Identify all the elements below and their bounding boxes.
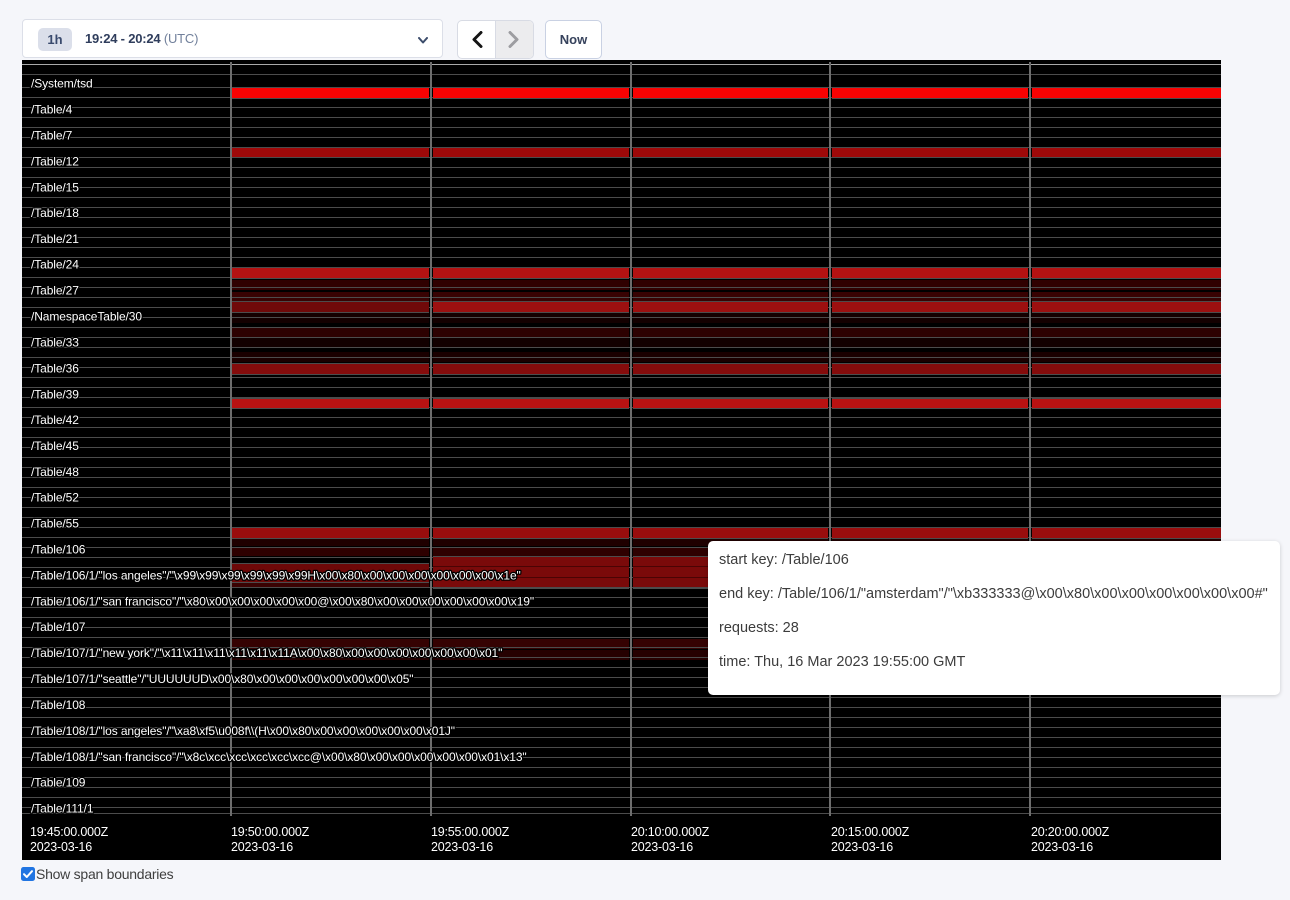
svg-text:/Table/108/1/"los angeles"/"\x: /Table/108/1/"los angeles"/"\xa8\xf5\u00… xyxy=(31,724,455,738)
svg-text:19:50:00.000Z: 19:50:00.000Z xyxy=(231,825,310,839)
svg-text:/Table/107: /Table/107 xyxy=(31,620,86,634)
svg-text:2023-03-16: 2023-03-16 xyxy=(1031,840,1093,854)
svg-text:/Table/108/1/"san francisco"/": /Table/108/1/"san francisco"/"\x8c\xcc\x… xyxy=(31,750,527,764)
svg-text:/System/tsd: /System/tsd xyxy=(31,76,93,90)
svg-text:/Table/106/1/"san francisco"/": /Table/106/1/"san francisco"/"\x80\x00\x… xyxy=(31,594,534,608)
svg-text:20:15:00.000Z: 20:15:00.000Z xyxy=(831,825,910,839)
svg-text:/Table/27: /Table/27 xyxy=(31,283,79,297)
svg-text:20:10:00.000Z: 20:10:00.000Z xyxy=(631,825,710,839)
svg-text:2023-03-16: 2023-03-16 xyxy=(30,840,92,854)
svg-text:/Table/24: /Table/24 xyxy=(31,257,79,271)
svg-text:/Table/42: /Table/42 xyxy=(31,413,79,427)
svg-text:/Table/107/1/"seattle"/"UUUUUU: /Table/107/1/"seattle"/"UUUUUUD\x00\x80\… xyxy=(31,672,413,686)
svg-text:2023-03-16: 2023-03-16 xyxy=(831,840,893,854)
svg-text:/Table/108: /Table/108 xyxy=(31,698,86,712)
svg-text:/Table/55: /Table/55 xyxy=(31,516,79,530)
svg-text:/Table/4: /Table/4 xyxy=(31,102,73,116)
svg-text:/Table/12: /Table/12 xyxy=(31,154,79,168)
svg-text:19:45:00.000Z: 19:45:00.000Z xyxy=(30,825,109,839)
svg-text:/Table/15: /Table/15 xyxy=(31,180,79,194)
svg-text:/Table/45: /Table/45 xyxy=(31,439,79,453)
svg-text:/Table/109: /Table/109 xyxy=(31,775,86,789)
svg-text:/NamespaceTable/30: /NamespaceTable/30 xyxy=(31,309,142,323)
svg-text:/Table/36: /Table/36 xyxy=(31,361,79,375)
svg-text:/Table/39: /Table/39 xyxy=(31,387,79,401)
svg-text:19:55:00.000Z: 19:55:00.000Z xyxy=(431,825,510,839)
svg-text:20:20:00.000Z: 20:20:00.000Z xyxy=(1031,825,1110,839)
svg-text:/Table/111/1: /Table/111/1 xyxy=(31,801,94,815)
svg-text:/Table/48: /Table/48 xyxy=(31,465,79,479)
svg-text:/Table/18: /Table/18 xyxy=(31,206,79,220)
svg-text:/Table/7: /Table/7 xyxy=(31,128,73,142)
svg-text:/Table/106/1/"los angeles"/"\x: /Table/106/1/"los angeles"/"\x99\x99\x99… xyxy=(31,568,521,582)
svg-text:/Table/107/1/"new york"/"\x11\: /Table/107/1/"new york"/"\x11\x11\x11\x1… xyxy=(31,646,502,660)
svg-text:2023-03-16: 2023-03-16 xyxy=(631,840,693,854)
svg-text:/Table/52: /Table/52 xyxy=(31,490,79,504)
svg-text:/Table/33: /Table/33 xyxy=(31,335,79,349)
svg-text:2023-03-16: 2023-03-16 xyxy=(231,840,293,854)
svg-text:/Table/106: /Table/106 xyxy=(31,542,86,556)
svg-text:/Table/21: /Table/21 xyxy=(31,232,79,246)
svg-text:2023-03-16: 2023-03-16 xyxy=(431,840,493,854)
